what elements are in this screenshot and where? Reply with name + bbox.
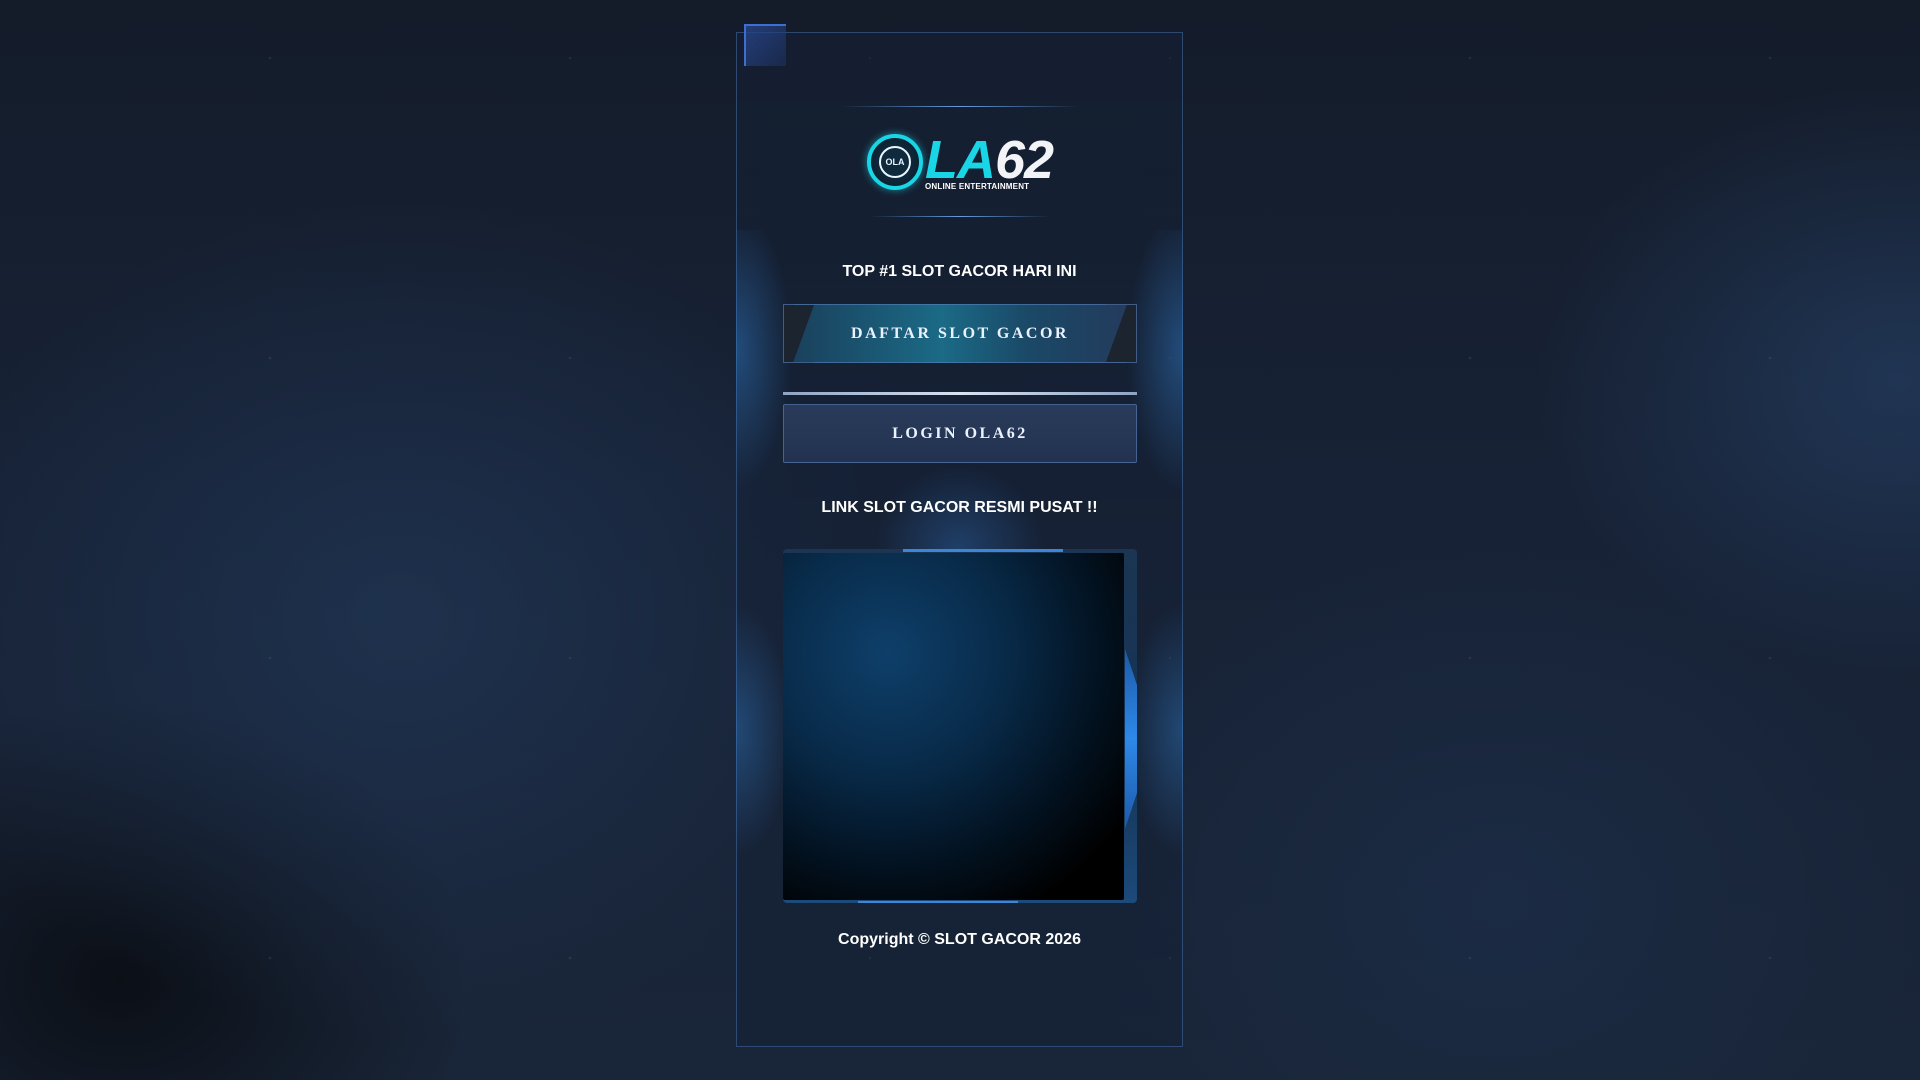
logo-wordmark: LA62 ONLINE ENTERTAINMENT (924, 133, 1054, 191)
logo-number: 62 (994, 129, 1054, 190)
logo-area[interactable]: OLA LA62 ONLINE ENTERTAINMENT (810, 104, 1110, 220)
emblem-text: OLA (878, 146, 911, 178)
logo-letters: LA (924, 129, 996, 190)
logo-divider-bottom (870, 216, 1050, 217)
login-button[interactable]: LOGIN OLA62 (783, 404, 1137, 463)
banner-accent-bottom (858, 901, 1018, 903)
logo-divider-top (840, 106, 1080, 107)
tagline: TOP #1 SLOT GACOR HARI INI (842, 263, 1077, 280)
banner-accent-right (1125, 649, 1137, 829)
register-button[interactable]: DAFTAR SLOT GACOR (783, 304, 1137, 363)
button-divider (783, 392, 1137, 395)
link-title: LINK SLOT GACOR RESMI PUSAT !! (821, 499, 1098, 516)
logo-subtitle: ONLINE ENTERTAINMENT (924, 181, 1030, 191)
globe-emblem-icon: OLA (866, 134, 923, 190)
logo-main-text: LA62 (925, 133, 1054, 187)
banner-accent-top (903, 549, 1063, 552)
brand-logo[interactable]: OLA LA62 ONLINE ENTERTAINMENT (866, 133, 1054, 191)
copyright-text: Copyright © SLOT GACOR 2026 (838, 931, 1081, 948)
corner-decoration (744, 24, 786, 66)
banner-frame[interactable] (783, 549, 1137, 903)
banner-image[interactable] (783, 553, 1124, 900)
